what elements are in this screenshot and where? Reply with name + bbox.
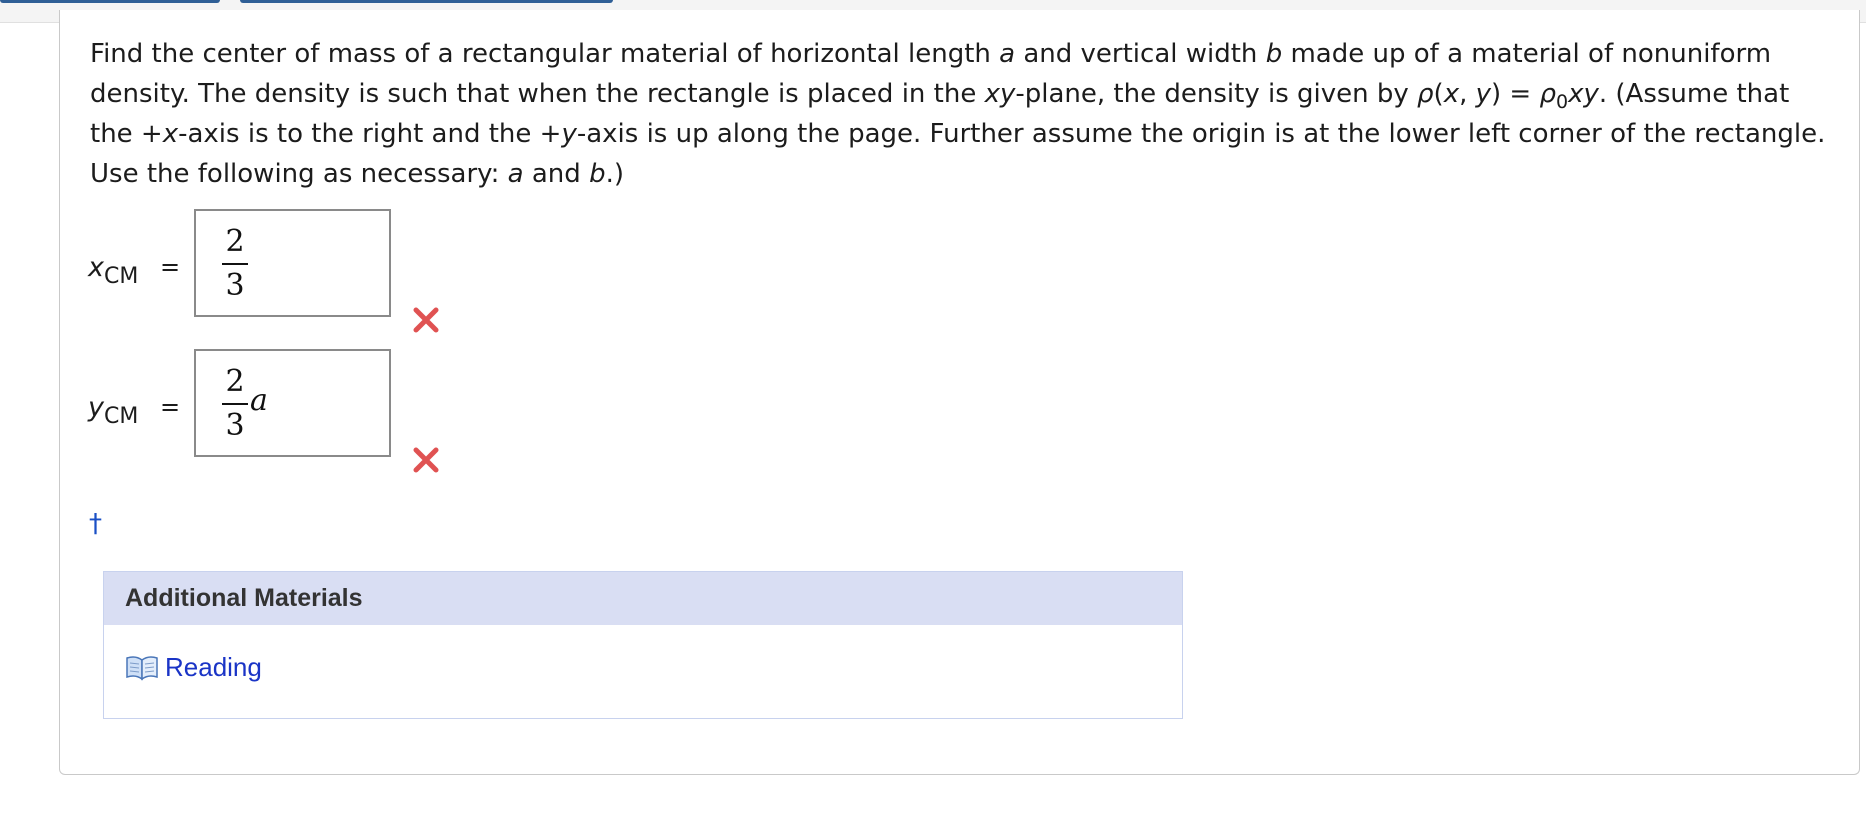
y-cm-numerator: 2 <box>225 364 245 399</box>
fraction-bar <box>222 263 248 265</box>
additional-materials-panel: Additional Materials Reading <box>103 571 1183 719</box>
reading-label: Reading <box>165 652 262 682</box>
y-cm-suffix: a <box>250 383 268 418</box>
top-tab-indicator[interactable] <box>240 0 613 3</box>
x-cm-denominator: 3 <box>225 268 245 303</box>
x-cm-label: xCM <box>88 252 139 289</box>
y-cm-answer-field[interactable]: 2 3 a <box>194 349 391 457</box>
fraction-bar <box>222 403 248 405</box>
y-cm-denominator: 3 <box>225 408 245 443</box>
additional-materials-title: Additional Materials <box>104 572 1182 625</box>
footnote-dagger-link[interactable]: † <box>89 509 102 539</box>
top-tab-indicator[interactable] <box>0 0 220 3</box>
x-cm-equals: = <box>160 253 181 281</box>
reading-link[interactable]: Reading <box>125 652 262 683</box>
x-cm-numerator: 2 <box>225 224 245 259</box>
book-icon <box>126 655 158 680</box>
y-cm-equals: = <box>160 393 181 421</box>
y-cm-label: yCM <box>88 392 139 429</box>
question-text: Find the center of mass of a rectangular… <box>90 39 1826 189</box>
x-cm-fraction: 2 3 <box>222 223 248 305</box>
incorrect-x-icon <box>413 447 439 473</box>
incorrect-x-icon <box>413 307 439 333</box>
y-cm-fraction: 2 3 <box>222 363 248 445</box>
x-cm-answer-field[interactable]: 2 3 <box>194 209 391 317</box>
